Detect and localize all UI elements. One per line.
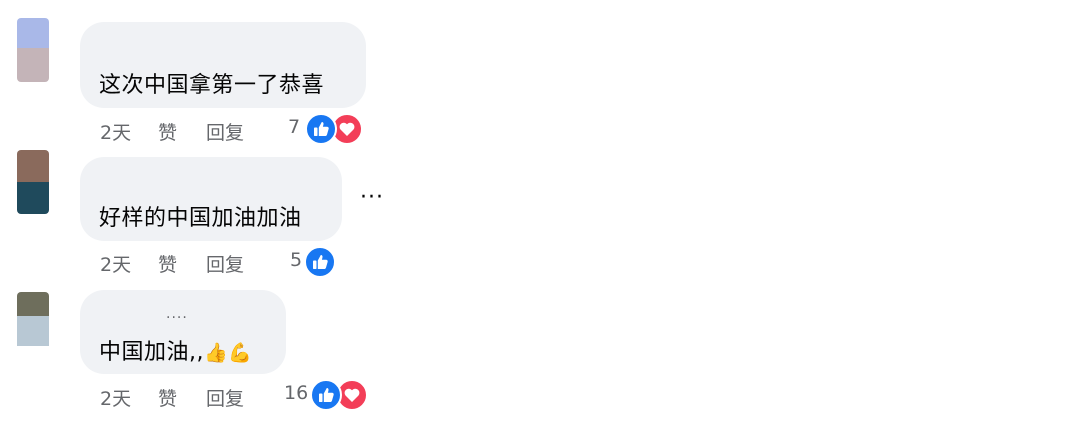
like-button[interactable]: 赞 xyxy=(158,384,177,411)
like-button[interactable]: 赞 xyxy=(158,250,177,277)
flexed-biceps-emoji: 💪 xyxy=(228,342,253,364)
thumbs-up-emoji: 👍 xyxy=(204,342,229,364)
comment-bubble: 这次中国拿第一了恭喜 xyxy=(80,22,366,108)
reaction-count: 16 xyxy=(284,382,309,404)
reactions-summary[interactable]: 16 xyxy=(284,379,374,411)
reactions-summary[interactable]: 7 xyxy=(288,113,368,145)
timestamp[interactable]: 2天 xyxy=(100,250,131,277)
avatar[interactable] xyxy=(17,150,49,214)
comment-text: 中国加油,,👍💪 xyxy=(99,334,252,366)
like-icon xyxy=(304,246,336,278)
comment-text-body: 中国加油,, xyxy=(99,340,204,365)
ellipsis-text: .... xyxy=(166,306,188,322)
like-button[interactable]: 赞 xyxy=(158,118,177,145)
reply-button[interactable]: 回复 xyxy=(206,118,244,145)
like-icon xyxy=(305,113,337,145)
comment-text: 好样的中国加油加油 xyxy=(99,206,302,231)
reactions-summary[interactable]: 5 xyxy=(290,246,350,278)
reaction-count: 7 xyxy=(288,116,301,138)
comment-bubble: .... 中国加油,,👍💪 xyxy=(80,290,286,374)
like-icon xyxy=(310,379,342,411)
reaction-count: 5 xyxy=(290,249,303,271)
reply-button[interactable]: 回复 xyxy=(206,250,244,277)
timestamp[interactable]: 2天 xyxy=(100,384,131,411)
more-options-button[interactable]: ··· xyxy=(360,185,384,210)
avatar[interactable] xyxy=(17,18,49,82)
timestamp[interactable]: 2天 xyxy=(100,118,131,145)
reply-button[interactable]: 回复 xyxy=(206,384,244,411)
comment-bubble: 好样的中国加油加油 xyxy=(80,157,342,241)
comment-text: 这次中国拿第一了恭喜 xyxy=(99,73,325,98)
avatar[interactable] xyxy=(17,292,49,356)
